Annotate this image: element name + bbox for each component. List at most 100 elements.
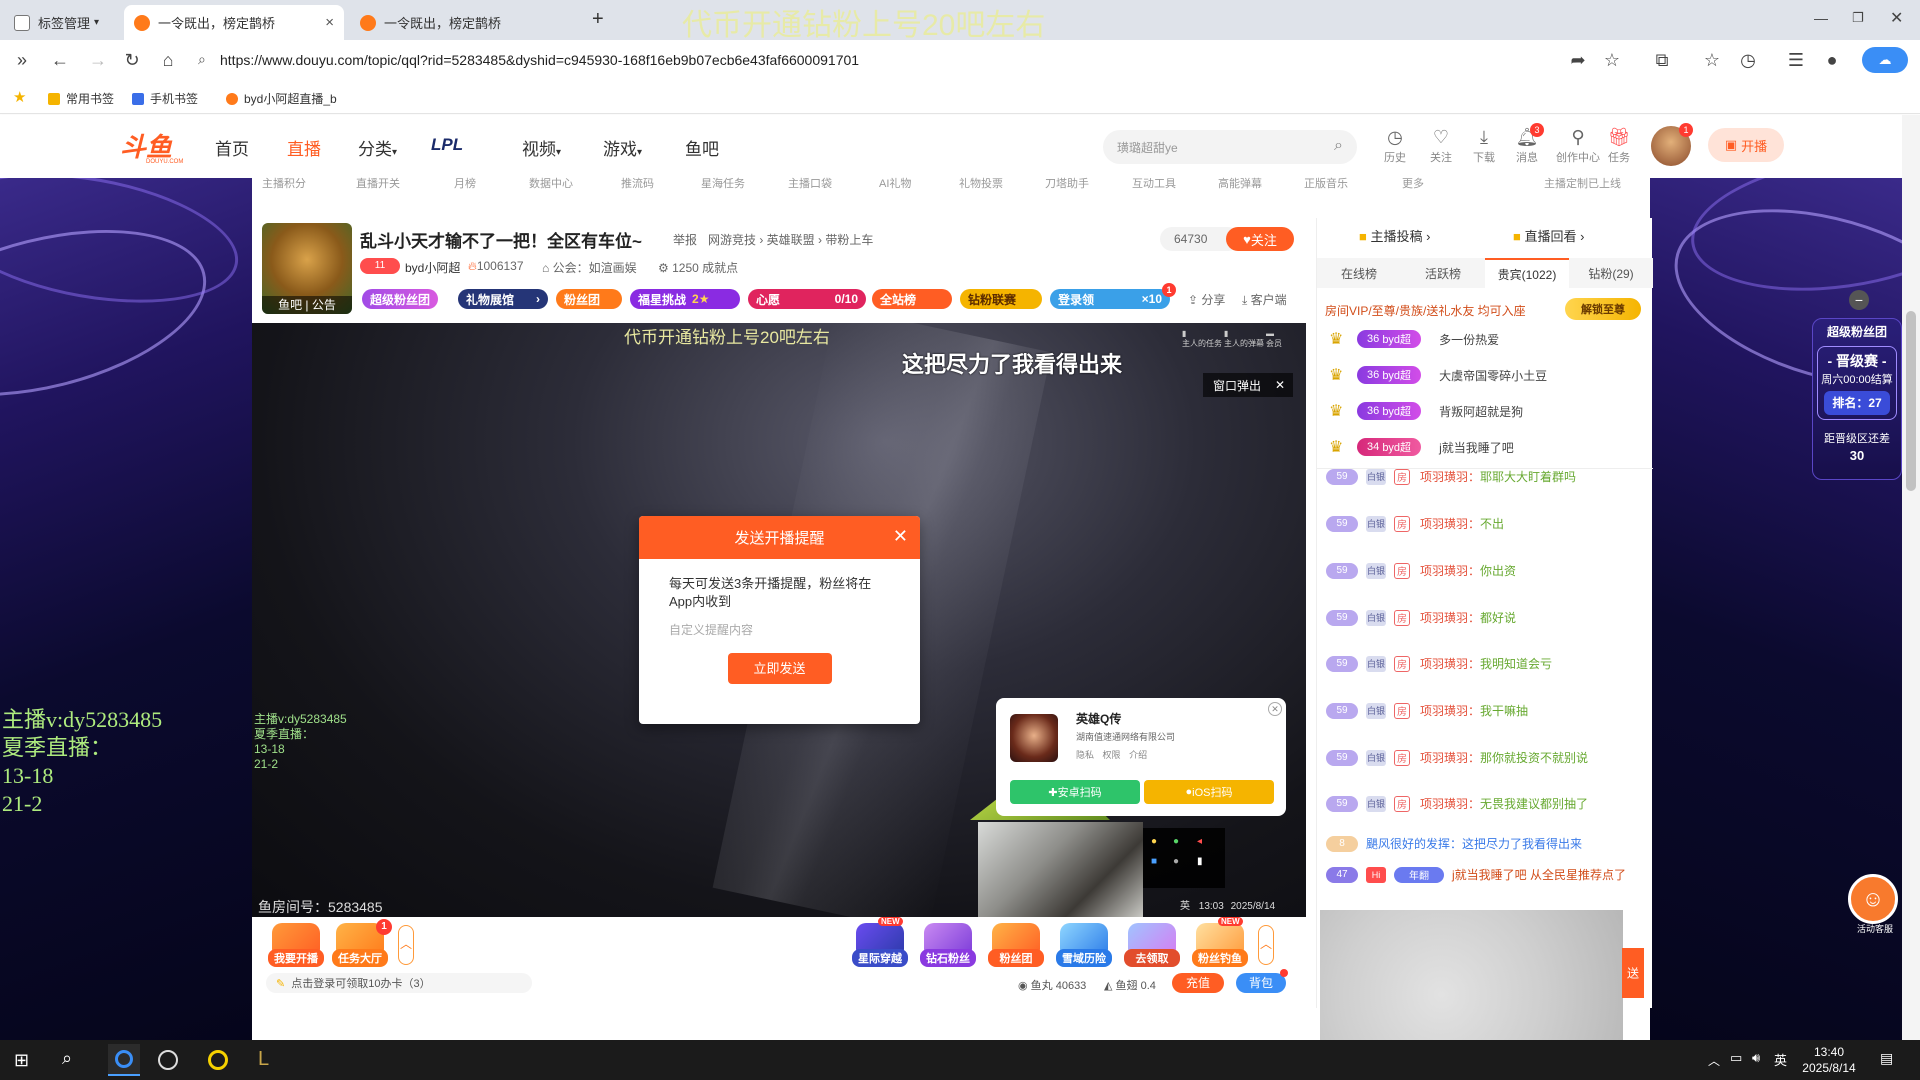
back-icon[interactable]: ← (48, 48, 72, 72)
url-bar[interactable]: ⌕ https://www.douyu.com/topic/qql?rid=52… (190, 46, 1550, 74)
header-history[interactable]: ◷ 历史 (1378, 127, 1412, 165)
client-button[interactable]: ⤓ 客户端 (1242, 291, 1287, 308)
tool-points[interactable]: 主播积分 (262, 175, 306, 189)
history-icon[interactable]: ◷ (1736, 48, 1760, 72)
chat-username[interactable]: 项羽璜羽： (1420, 515, 1480, 532)
unlock-supreme-button[interactable]: 解锁至尊 (1565, 298, 1641, 320)
star-icon[interactable]: ☆ (1600, 48, 1624, 72)
header-creator[interactable]: ⚲ 创作中心 (1556, 127, 1600, 165)
tool-interact[interactable]: 互动工具 (1132, 175, 1176, 189)
vip-rank-row[interactable]: ♛ 34 byd超 j就当我睡了吧 (1329, 434, 1514, 460)
bookmark-byd[interactable]: byd小阿超直播_b (226, 90, 337, 107)
android-scan-button[interactable]: ✚ 安卓扫码 (1010, 780, 1140, 804)
tab-douyu-2[interactable]: 一令既出，榜定鹊桥 (350, 5, 570, 40)
member-icon[interactable]: ▬ 会员 (1266, 329, 1282, 349)
vip-rank-row[interactable]: ♛ 36 byd超 多一份热爱 (1329, 326, 1499, 352)
chat-username[interactable]: 项羽璜羽： (1420, 702, 1480, 719)
chat-username[interactable]: 项羽璜羽： (1420, 655, 1480, 672)
close-icon[interactable]: ✕ (1268, 702, 1282, 716)
profile-icon[interactable]: ● (1820, 48, 1844, 72)
tab-bookmark-manager[interactable]: 标签管理 ▾ (4, 5, 122, 40)
chat-message[interactable]: 59 白银房项羽璜羽： 耶耶大大盯着群吗 (1326, 468, 1576, 485)
popout-button[interactable]: 窗口弹出 ✕ (1203, 373, 1293, 397)
tag-site-rank[interactable]: 全站榜 (872, 289, 952, 309)
super-fans-widget[interactable]: 超级粉丝团 - 晋级赛 - 周六00:00结算 排名：27 距晋级区还差 30 (1812, 318, 1902, 480)
tag-diamond-league[interactable]: 钻粉联赛 (960, 289, 1042, 309)
tool-ai-gift[interactable]: AI礼物 (879, 175, 911, 189)
league-taskbar-icon[interactable]: L (258, 1048, 280, 1072)
follow-button[interactable]: ♥ 关注 (1226, 227, 1294, 251)
gift-interstellar[interactable]: 星际穿越 NEW (852, 917, 908, 967)
tool-custom[interactable]: 主播定制已上线 (1544, 175, 1621, 189)
chat-message[interactable]: 59 白银房项羽璜羽： 我明知道会亏 (1326, 655, 1552, 672)
tag-lucky-challenge[interactable]: 福星挑战 2 ★ (630, 289, 740, 309)
chat-message[interactable]: 59 白银房项羽璜羽： 我干嘛抽 (1326, 702, 1528, 719)
nav-video[interactable]: 视频▾ (522, 135, 561, 160)
privacy-link[interactable]: 隐私 (1076, 750, 1094, 760)
close-window-icon[interactable]: ✕ (1890, 8, 1903, 28)
tool-stream-key[interactable]: 推流码 (621, 175, 654, 189)
nav-fishbar[interactable]: 鱼吧 (685, 135, 719, 160)
favorites-icon[interactable]: ☆ (1700, 48, 1724, 72)
gift-fan-club[interactable]: 粉丝团 (988, 923, 1044, 967)
tab-online-rank[interactable]: 在线榜 (1317, 258, 1401, 288)
new-tab-icon[interactable]: + (592, 8, 604, 31)
header-follow[interactable]: ♡ 关注 (1424, 127, 1458, 165)
menu-icon[interactable]: ☰ (1784, 48, 1808, 72)
extension-icon[interactable]: ⧉ (1650, 48, 1674, 72)
vip-rank-row[interactable]: ♛ 36 byd超 背叛阿超就是狗 (1329, 398, 1523, 424)
header-messages[interactable]: 🔔︎ 消息 3 (1510, 123, 1544, 165)
recharge-button[interactable]: 充值 (1172, 973, 1224, 993)
header-tasks[interactable]: 🎁︎ 任务 (1602, 127, 1636, 165)
expand-up-icon[interactable]: ︿ (398, 925, 414, 965)
tray-chevron-icon[interactable]: ︿ (1708, 1052, 1720, 1069)
chat-username[interactable]: 项羽璜羽： (1420, 795, 1480, 812)
tool-pocket[interactable]: 主播口袋 (788, 175, 832, 189)
close-icon[interactable]: ✕ (1275, 378, 1285, 392)
tab-active-rank[interactable]: 活跃榜 (1401, 258, 1485, 288)
tag-gift-hall[interactable]: 礼物展馆 › (458, 289, 548, 309)
tool-music[interactable]: 正版音乐 (1304, 175, 1348, 189)
share-button[interactable]: ⇪ 分享 (1188, 291, 1225, 308)
chat-message[interactable]: 59 白银房项羽璜羽： 你出资 (1326, 562, 1516, 579)
chat-username[interactable]: 项羽璜羽： (1420, 468, 1480, 485)
search-icon[interactable]: ⌕ (62, 1048, 72, 1069)
send-gift-button[interactable]: 送 (1622, 948, 1644, 998)
start-live-shortcut[interactable]: 我要开播 (268, 923, 324, 967)
tag-login-reward[interactable]: 登录领 ×10 1 (1050, 283, 1176, 309)
chat-message[interactable]: 47 Hi 年翻 j就当我睡了吧 从全民星推荐点了 (1326, 866, 1626, 883)
nav-category[interactable]: 分类▾ (358, 135, 397, 160)
taskbar-clock[interactable]: 13:40 2025/8/14 (1796, 1044, 1862, 1076)
tool-monthly[interactable]: 月榜 (454, 175, 476, 189)
chat-message[interactable]: 59 白银房项羽璜羽： 那你就投资不就别说 (1326, 749, 1588, 766)
notification-icon[interactable]: ▤ (1880, 1050, 1893, 1067)
volume-icon[interactable]: 🔊︎ (1752, 1050, 1760, 1066)
backpack-button[interactable]: 背包 (1236, 973, 1286, 993)
intro-link[interactable]: 介绍 (1129, 750, 1147, 760)
gift-diamond-fans[interactable]: 钻石粉丝 (920, 923, 976, 967)
header-download[interactable]: ⤓ 下载 (1467, 127, 1501, 165)
nav-lpl[interactable]: LPL (431, 135, 463, 155)
tool-dota[interactable]: 刀塔助手 (1045, 175, 1089, 189)
custom-reminder-input[interactable]: 自定义提醒内容 (669, 621, 890, 639)
ios-scan-button[interactable]: ● iOS扫码 (1144, 780, 1274, 804)
tab-diamond-fans[interactable]: 钻粉(29) (1569, 258, 1653, 288)
send-now-button[interactable]: 立即发送 (727, 653, 832, 684)
chat-message[interactable]: 59 白银房项羽璜羽： 无畏我建议都别抽了 (1326, 795, 1588, 812)
chat-message[interactable]: 8 颶风很好的发挥：这把尽力了我看得出来 (1326, 835, 1582, 852)
nav-live[interactable]: 直播 (287, 135, 321, 160)
replay-link[interactable]: ■ 直播回看 › (1513, 226, 1584, 245)
tool-danmaku[interactable]: 高能弹幕 (1218, 175, 1262, 189)
tab-douyu-active[interactable]: 一令既出，榜定鹊桥 × (124, 5, 344, 40)
chat-message[interactable]: 59 白银房项羽璜羽： 不出 (1326, 515, 1504, 532)
gift-claim[interactable]: 去领取 (1124, 923, 1180, 967)
chat-username[interactable]: 项羽璜羽： (1420, 749, 1480, 766)
service-widget[interactable]: ☺ 活动客服 (1848, 874, 1902, 938)
expand-up-icon[interactable]: ︿ (1258, 925, 1274, 965)
share-icon[interactable]: ➦ (1566, 48, 1590, 72)
bookmark-mobile[interactable]: 手机书签 (132, 90, 198, 107)
tool-gift-vote[interactable]: 礼物投票 (959, 175, 1003, 189)
reload-icon[interactable]: ↻ (120, 48, 144, 72)
sidebar-toggle-icon[interactable]: » (10, 48, 34, 72)
room-category[interactable]: 网游竞技 › 英雄联盟 › 带粉上车 (708, 231, 873, 248)
